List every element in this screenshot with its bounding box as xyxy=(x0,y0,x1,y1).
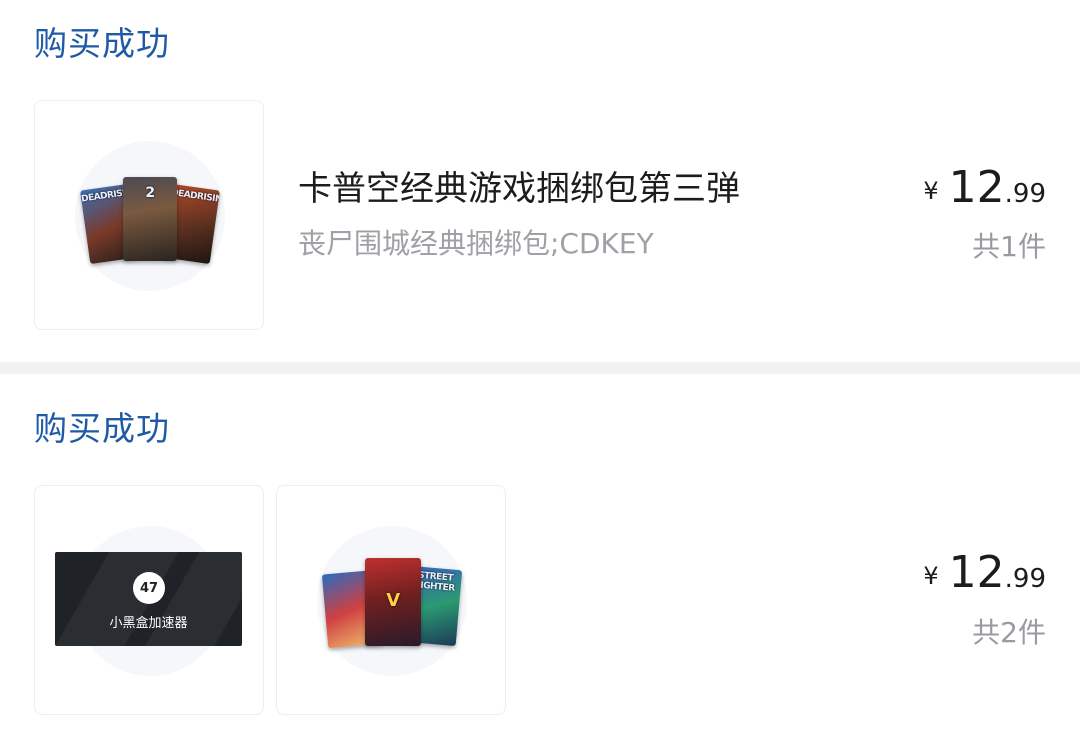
price-decimal: .99 xyxy=(1004,179,1046,209)
order-card[interactable]: 购买成功 DEADRISING DEADRISING 2 卡普空经典游戏捆绑包第… xyxy=(0,0,1080,362)
order-card[interactable]: 购买成功 47 小黑盒加速器 STREET FIGHTER V ¥12.99 共… xyxy=(0,374,1080,741)
currency-symbol: ¥ xyxy=(923,562,939,590)
product-thumbnail[interactable]: STREET FIGHTER V xyxy=(276,485,506,715)
product-subtitle: 丧尸围城经典捆绑包;CDKEY xyxy=(298,227,654,260)
accelerator-banner: 47 小黑盒加速器 xyxy=(55,552,242,646)
product-title[interactable]: 卡普空经典游戏捆绑包第三弹 xyxy=(298,168,740,210)
product-thumbnail[interactable]: 47 小黑盒加速器 xyxy=(34,485,264,715)
price-integer: 12 xyxy=(948,162,1005,213)
section-divider xyxy=(0,362,1080,374)
accelerator-name: 小黑盒加速器 xyxy=(109,616,188,631)
price-integer: 12 xyxy=(948,547,1005,598)
currency-symbol: ¥ xyxy=(923,177,939,205)
item-count: 共2件 xyxy=(972,616,1046,649)
price-decimal: .99 xyxy=(1004,564,1046,594)
game-cover-center: V xyxy=(365,558,421,646)
accelerator-logo-icon: 47 xyxy=(133,572,165,604)
item-count: 共1件 xyxy=(972,230,1046,263)
order-status: 购买成功 xyxy=(34,24,170,63)
game-cover-center: 2 xyxy=(123,177,177,261)
product-thumbnail[interactable]: DEADRISING DEADRISING 2 xyxy=(34,100,264,330)
order-status: 购买成功 xyxy=(34,409,170,448)
order-price: ¥12.99 xyxy=(923,547,1046,598)
order-price: ¥12.99 xyxy=(923,162,1046,213)
